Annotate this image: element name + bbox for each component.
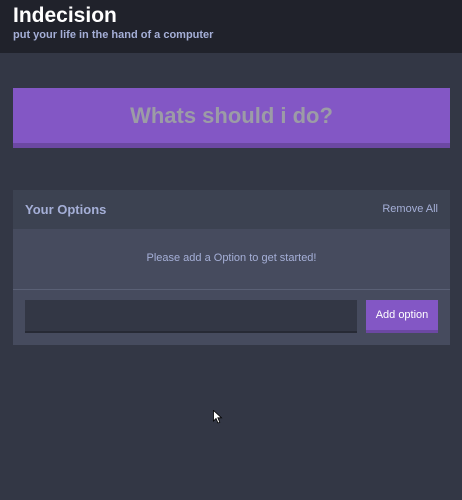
add-option-button[interactable]: Add option: [366, 300, 438, 333]
app-title: Indecision: [13, 4, 117, 27]
options-title: Your Options: [25, 202, 107, 217]
app-subtitle: put your life in the hand of a computer: [13, 29, 214, 41]
empty-options-message: Please add a Option to get started!: [146, 252, 317, 264]
what-should-i-do-button[interactable]: Whats should i do?: [13, 88, 450, 148]
option-input[interactable]: [25, 300, 357, 333]
remove-all-button[interactable]: Remove All: [382, 201, 438, 217]
mouse-pointer-icon: [213, 410, 223, 424]
widget-divider: [13, 289, 450, 290]
options-header: Your Options Remove All: [13, 190, 450, 229]
options-widget: Your Options Remove All Please add a Opt…: [13, 190, 450, 345]
app-header: Indecision put your life in the hand of …: [0, 0, 462, 53]
